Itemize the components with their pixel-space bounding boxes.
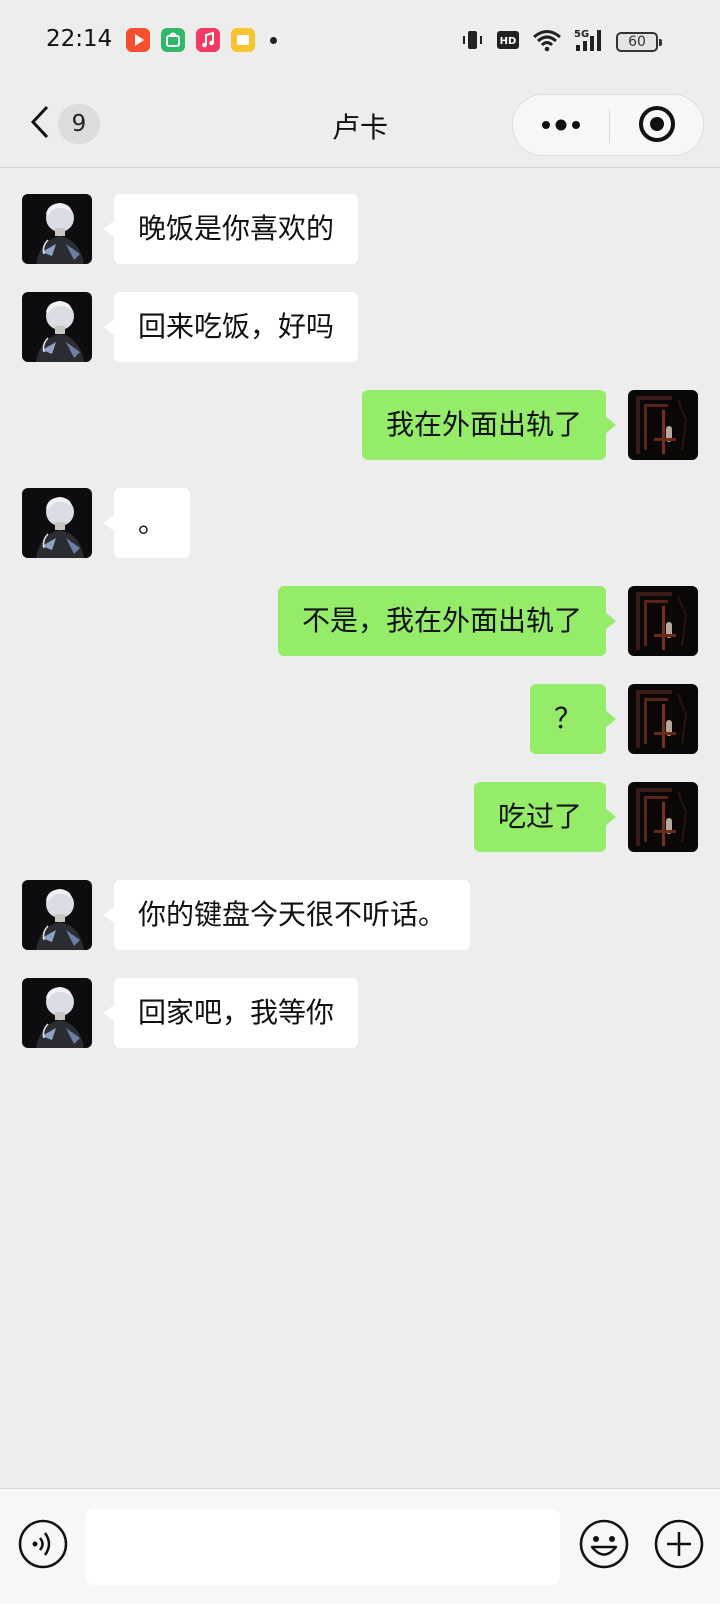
emoji-icon [579, 1519, 629, 1569]
more-actions-button[interactable] [653, 1518, 705, 1570]
outgoing-message: 不是，我在外面出轨了 [0, 586, 720, 656]
close-mini-program-button[interactable] [610, 95, 704, 157]
message-bubble[interactable]: 回来吃饭，好吗 [103, 292, 359, 362]
my-avatar[interactable] [628, 390, 698, 460]
message-bubble[interactable]: 我在外面出轨了 [361, 390, 617, 460]
cellular-signal-icon: 5G [574, 27, 604, 57]
contact-avatar[interactable] [22, 880, 92, 950]
back-button[interactable]: 9 [28, 104, 108, 144]
notes-app-icon [231, 28, 255, 52]
battery-icon: 60 [616, 32, 662, 52]
status-time: 22:14 [46, 26, 113, 52]
message-bubble[interactable]: 晚饭是你喜欢的 [103, 194, 359, 264]
plus-icon [654, 1519, 704, 1569]
contact-avatar[interactable] [22, 292, 92, 362]
status-indicators: HD 5G 60 [460, 27, 662, 57]
incoming-message: 回家吧，我等你 [0, 978, 720, 1048]
my-avatar[interactable] [628, 782, 698, 852]
voice-icon [18, 1519, 68, 1569]
incoming-message: 你的键盘今天很不听话。 [0, 880, 720, 950]
chevron-left-icon [28, 102, 52, 146]
wifi-icon [532, 28, 562, 56]
svg-text:5G: 5G [574, 29, 589, 40]
outgoing-message: ？ [0, 684, 720, 754]
message-list[interactable]: 晚饭是你喜欢的 回来吃饭，好吗 我在外面出轨了。不是，我在外面出轨了 ？ 吃过了 你的键盘… [0, 168, 720, 1488]
message-bubble[interactable]: 不是，我在外面出轨了 [277, 586, 617, 656]
more-dots-icon [539, 117, 583, 136]
message-bubble[interactable]: 回家吧，我等你 [103, 978, 359, 1048]
target-close-icon [638, 105, 676, 147]
emoji-button[interactable] [578, 1518, 630, 1570]
contact-avatar[interactable] [22, 488, 92, 558]
video-app-icon [126, 28, 150, 52]
voice-input-button[interactable] [18, 1519, 68, 1569]
mini-program-capsule [512, 94, 704, 156]
svg-text:HD: HD [500, 36, 517, 47]
contact-avatar[interactable] [22, 194, 92, 264]
incoming-message: 晚饭是你喜欢的 [0, 194, 720, 264]
music-app-icon [196, 28, 220, 52]
message-bubble[interactable]: 你的键盘今天很不听话。 [103, 880, 471, 950]
incoming-message: 回来吃饭，好吗 [0, 292, 720, 362]
message-input[interactable] [86, 1509, 560, 1585]
my-avatar[interactable] [628, 586, 698, 656]
more-button[interactable] [513, 95, 609, 157]
chat-header: 9 卢卡 [0, 80, 720, 168]
status-bar: 22:14 HD 5G 60 [0, 0, 720, 80]
outgoing-message: 吃过了 [0, 782, 720, 852]
hd-icon: HD [496, 29, 520, 55]
message-bubble[interactable]: 吃过了 [473, 782, 617, 852]
incoming-message: 。 [0, 488, 720, 558]
outgoing-message: 我在外面出轨了 [0, 390, 720, 460]
message-bubble[interactable]: 。 [103, 488, 191, 558]
message-bubble[interactable]: ？ [529, 684, 617, 754]
notification-icons [126, 28, 277, 52]
contact-avatar[interactable] [22, 978, 92, 1048]
market-app-icon [161, 28, 185, 52]
more-notifications-dot [270, 36, 277, 44]
vibrate-icon [460, 28, 484, 56]
input-bar [0, 1488, 720, 1604]
unread-count-badge: 9 [58, 104, 100, 144]
my-avatar[interactable] [628, 684, 698, 754]
